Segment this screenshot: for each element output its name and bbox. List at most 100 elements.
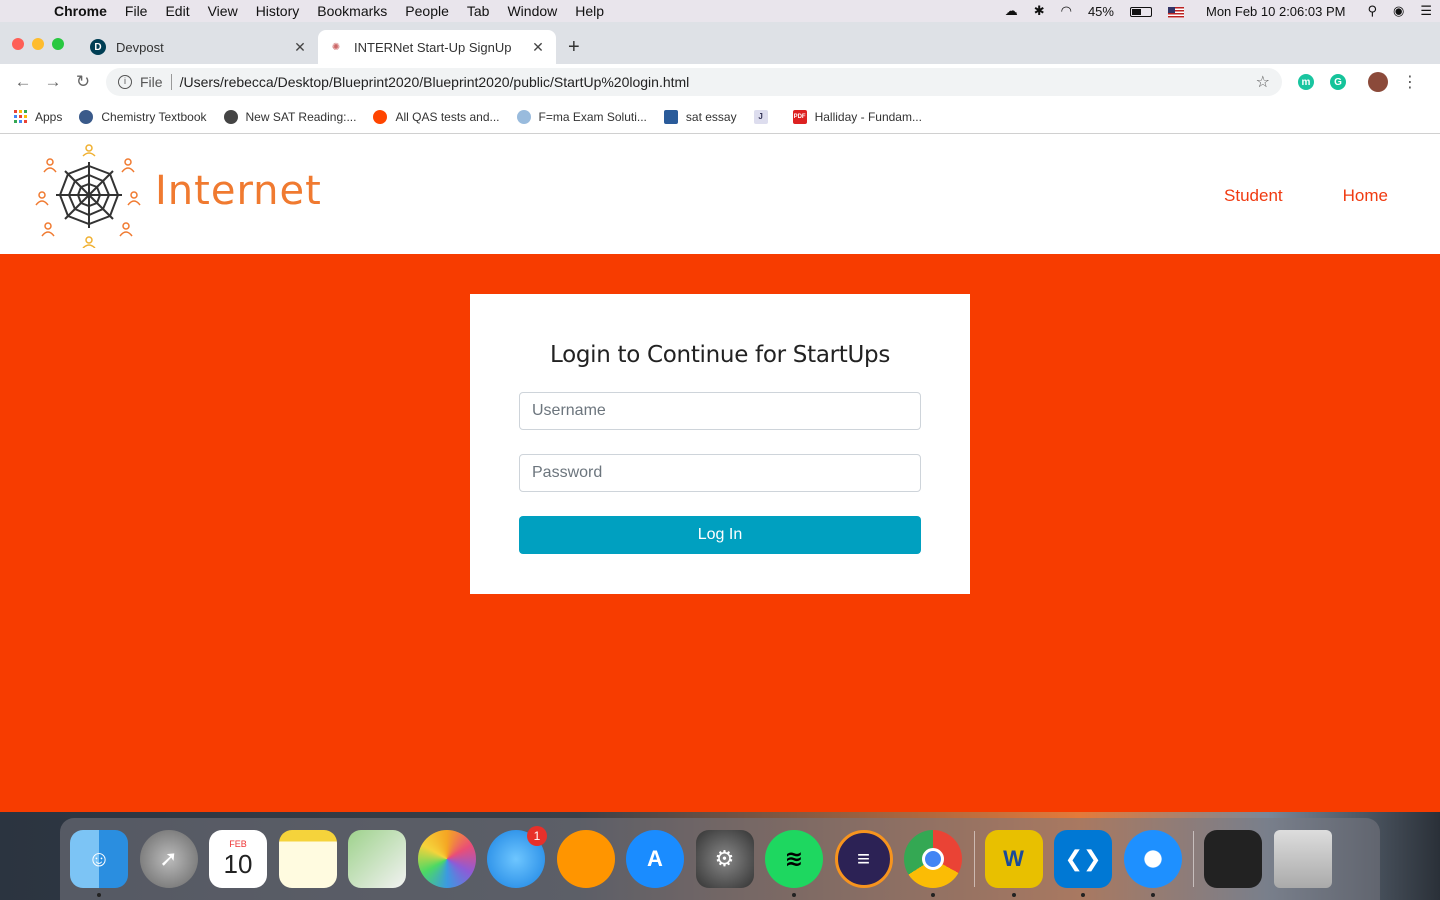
j-icon: J xyxy=(753,109,768,124)
bookmark-label: All QAS tests and... xyxy=(395,109,500,124)
sat-essay-icon xyxy=(663,109,678,124)
apps-grid-icon xyxy=(14,110,27,123)
tab-title: INTERNet Start-Up SignUp xyxy=(354,39,512,55)
safari-icon[interactable] xyxy=(1123,830,1182,897)
devpost-favicon-icon: D xyxy=(90,39,106,55)
login-button[interactable]: Log In xyxy=(519,516,921,554)
notes-icon[interactable] xyxy=(278,830,337,888)
url-text[interactable]: /Users/rebecca/Desktop/Blueprint2020/Blu… xyxy=(180,74,1256,90)
tab-internet-signup[interactable]: ✺ INTERNet Start-Up SignUp ✕ xyxy=(318,30,556,64)
dock-separator xyxy=(1193,831,1194,887)
bluetooth-icon[interactable]: ✱ xyxy=(1026,3,1053,19)
browser-toolbar: ← → ↻ i File /Users/rebecca/Desktop/Blue… xyxy=(0,64,1440,100)
nav-student-link[interactable]: Student xyxy=(1224,186,1283,206)
url-scheme: File xyxy=(140,74,172,90)
eclipse-icon[interactable]: ≡ xyxy=(834,830,893,888)
forward-button[interactable]: → xyxy=(38,72,68,92)
creative-cloud-icon[interactable]: ☁ xyxy=(997,3,1026,19)
dock-separator xyxy=(973,831,975,887)
battery-percent[interactable]: 45% xyxy=(1080,4,1122,19)
login-section: Login to Continue for StartUps Log In xyxy=(0,254,1440,812)
chrome-icon[interactable] xyxy=(904,830,962,897)
bookmark-apps[interactable]: Apps xyxy=(14,110,62,124)
bookmark-halliday[interactable]: PDF Halliday - Fundam... xyxy=(792,109,922,124)
bookmark-sat-essay[interactable]: sat essay xyxy=(663,109,737,124)
grammarly-extension-icon[interactable]: G xyxy=(1330,74,1346,90)
macos-dock: ☺ ➚ FEB 10 1 A ⚙ ≋ ≡ W ❮❯ xyxy=(60,818,1380,900)
bookmark-fma-exam[interactable]: F=ma Exam Soluti... xyxy=(516,109,647,124)
menu-view[interactable]: View xyxy=(199,3,247,19)
site-info-icon[interactable]: i xyxy=(118,75,132,89)
bookmark-label: Apps xyxy=(35,109,63,124)
bookmark-star-icon[interactable]: ☆ xyxy=(1256,72,1270,92)
messages-badge: 1 xyxy=(527,826,547,846)
tab-close-icon[interactable]: ✕ xyxy=(530,39,546,56)
reload-button[interactable]: ↻ xyxy=(68,72,98,92)
calendar-icon[interactable]: FEB 10 xyxy=(209,830,267,888)
menu-app-name[interactable]: Chrome xyxy=(54,3,116,19)
atom-icon xyxy=(79,109,94,124)
tab-devpost[interactable]: D Devpost ✕ xyxy=(80,30,318,64)
chrome-window: D Devpost ✕ ✺ INTERNet Start-Up SignUp ✕… xyxy=(0,22,1440,812)
reddit-icon xyxy=(373,109,388,124)
macos-menubar: Chrome File Edit View History Bookmarks … xyxy=(0,0,1440,22)
menu-tab[interactable]: Tab xyxy=(458,3,499,19)
nav-home-link[interactable]: Home xyxy=(1343,186,1388,206)
menu-edit[interactable]: Edit xyxy=(156,3,198,19)
siri-icon[interactable]: ◉ xyxy=(1385,3,1412,19)
menubar-clock[interactable]: Mon Feb 10 2:06:03 PM xyxy=(1192,4,1359,19)
bookmark-new-sat-reading[interactable]: New SAT Reading:... xyxy=(223,109,357,124)
menu-window[interactable]: Window xyxy=(498,3,566,19)
password-input[interactable] xyxy=(519,454,921,492)
trash-icon[interactable] xyxy=(1273,830,1332,888)
messages-icon[interactable]: 1 xyxy=(487,826,547,888)
snowflake-icon xyxy=(516,109,531,124)
calendar-month: FEB xyxy=(229,838,247,849)
menu-file[interactable]: File xyxy=(116,3,157,19)
notification-center-icon[interactable]: ☰ xyxy=(1412,3,1440,19)
menu-people[interactable]: People xyxy=(396,3,458,19)
launchpad-icon[interactable]: ➚ xyxy=(139,830,198,888)
wifi-icon[interactable]: ◠ xyxy=(1053,3,1080,19)
input-source-flag-icon[interactable] xyxy=(1160,4,1192,19)
bookmark-all-qas-tests[interactable]: All QAS tests and... xyxy=(373,109,500,124)
maps-icon[interactable] xyxy=(348,830,406,888)
wolfram-icon[interactable]: W xyxy=(984,830,1043,897)
new-tab-button[interactable]: + xyxy=(568,36,580,59)
profile-avatar[interactable] xyxy=(1368,72,1388,92)
menu-help[interactable]: Help xyxy=(566,3,613,19)
tab-close-icon[interactable]: ✕ xyxy=(292,39,308,56)
books-icon[interactable] xyxy=(556,830,615,888)
site-nav: Student Home xyxy=(1224,186,1388,206)
calendar-day: 10 xyxy=(223,848,253,879)
minimize-window-button[interactable] xyxy=(32,38,44,50)
address-bar[interactable]: i File /Users/rebecca/Desktop/Blueprint2… xyxy=(106,68,1282,96)
site-brand-name[interactable]: Internet xyxy=(155,168,322,214)
window-controls xyxy=(12,38,64,50)
zoom-window-button[interactable] xyxy=(52,38,64,50)
tab-title: Devpost xyxy=(116,39,164,55)
finder-icon[interactable]: ☺ xyxy=(70,830,128,897)
back-button[interactable]: ← xyxy=(8,72,38,92)
extension-m-icon[interactable]: m xyxy=(1298,74,1314,90)
spotify-icon[interactable]: ≋ xyxy=(765,830,823,897)
bookmark-label: New SAT Reading:... xyxy=(245,109,357,124)
bookmark-chemistry-textbook[interactable]: Chemistry Textbook xyxy=(79,109,207,124)
menu-history[interactable]: History xyxy=(247,3,309,19)
vscode-icon[interactable]: ❮❯ xyxy=(1054,830,1112,897)
spiderweb-logo-icon[interactable] xyxy=(30,140,145,248)
spotify-window-thumbnail[interactable] xyxy=(1204,830,1262,888)
spiderweb-favicon-icon: ✺ xyxy=(331,41,341,53)
close-window-button[interactable] xyxy=(12,38,24,50)
login-heading: Login to Continue for StartUps xyxy=(549,342,891,368)
bookmark-j[interactable]: J xyxy=(753,109,776,124)
tab-strip: D Devpost ✕ ✺ INTERNet Start-Up SignUp ✕… xyxy=(0,22,1440,64)
menu-bookmarks[interactable]: Bookmarks xyxy=(308,3,396,19)
app-store-icon[interactable]: A xyxy=(626,830,684,888)
username-input[interactable] xyxy=(519,392,921,430)
battery-icon[interactable] xyxy=(1122,4,1160,19)
photos-icon[interactable] xyxy=(417,830,476,888)
spotlight-icon[interactable]: ⚲ xyxy=(1359,3,1385,19)
system-preferences-icon[interactable]: ⚙ xyxy=(695,830,754,888)
chrome-menu-icon[interactable]: ⋮ xyxy=(1402,72,1418,92)
